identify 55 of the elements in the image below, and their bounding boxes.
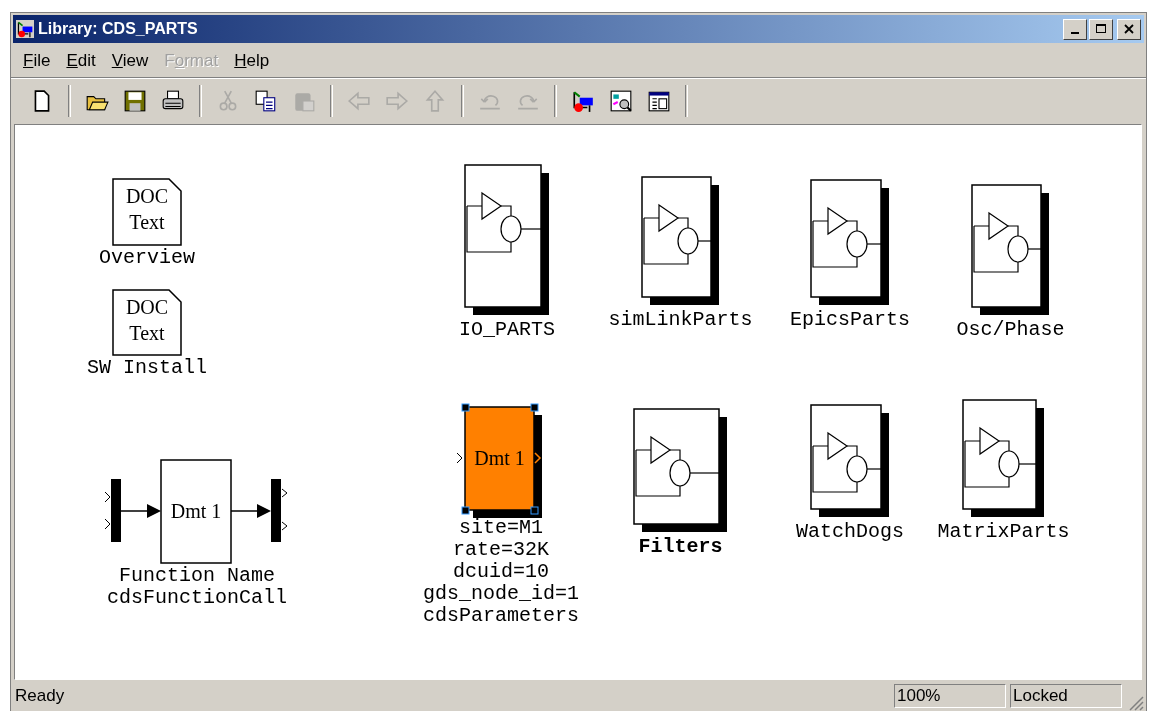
block-label: cdsFunctionCall: [107, 587, 287, 609]
menu-item[interactable]: File: [15, 49, 59, 73]
block-label: rate=32K: [453, 539, 549, 561]
block-label: Filters: [638, 536, 723, 558]
block-label: SW Install: [87, 357, 207, 379]
subsystem-block[interactable]: [962, 399, 1044, 517]
minimize-icon: [1071, 31, 1079, 34]
subsystem-block[interactable]: [810, 404, 889, 517]
back-icon: [347, 89, 371, 113]
block-label: IO_PARTS: [459, 319, 555, 341]
block-label: dcuid=10: [453, 561, 549, 583]
document-text: DOC: [125, 185, 169, 207]
document-block[interactable]: [112, 289, 182, 356]
block-label: Function Name: [119, 565, 275, 587]
subsystem-block[interactable]: [464, 164, 549, 315]
status-message: Ready: [14, 685, 66, 706]
close-button[interactable]: [1117, 18, 1141, 40]
menu-item[interactable]: Edit: [58, 49, 104, 73]
zoom-level: 100%: [894, 683, 1006, 708]
block-label: EpicsParts: [790, 309, 910, 331]
block-label: MatrixParts: [937, 521, 1070, 543]
block-label: gds_node_id=1: [423, 583, 579, 605]
subsystem-block[interactable]: [641, 176, 719, 305]
subsystem-block[interactable]: [633, 408, 727, 532]
copy-icon: [254, 89, 278, 113]
block-label: cdsParameters: [423, 605, 579, 627]
subsystem-block[interactable]: [971, 184, 1049, 315]
up-icon: [423, 89, 447, 113]
document-text: DOC: [125, 296, 169, 318]
block-label: WatchDogs: [796, 521, 904, 543]
subsystem-block[interactable]: [810, 179, 889, 305]
save-icon: [123, 89, 147, 113]
lock-status: Locked: [1010, 683, 1122, 708]
document-text: Text: [129, 322, 165, 344]
menu-item[interactable]: View: [103, 49, 157, 73]
forward-icon: [385, 89, 409, 113]
menu-item[interactable]: Help: [226, 49, 278, 73]
explore-icon: [609, 89, 633, 113]
block-label: Osc/Phase: [956, 319, 1065, 341]
window-title: Library: CDS_PARTS: [38, 20, 199, 38]
block-label: site=M1: [459, 517, 543, 539]
block-text: Dmt 1: [170, 500, 222, 522]
document-block[interactable]: [112, 178, 182, 246]
app-icon: [16, 20, 34, 38]
maximize-button[interactable]: [1089, 18, 1113, 40]
function-call-drawing[interactable]: [104, 459, 288, 564]
block-text: Dmt 1: [474, 447, 525, 469]
library-icon: [571, 89, 595, 113]
block-label: Overview: [99, 247, 195, 269]
block-label: simLinkParts: [608, 309, 753, 331]
maximize-icon: [1096, 24, 1106, 34]
document-text: Text: [129, 211, 165, 233]
properties-icon: [647, 89, 671, 113]
minimize-button[interactable]: [1063, 18, 1087, 40]
close-icon: [1124, 24, 1134, 34]
